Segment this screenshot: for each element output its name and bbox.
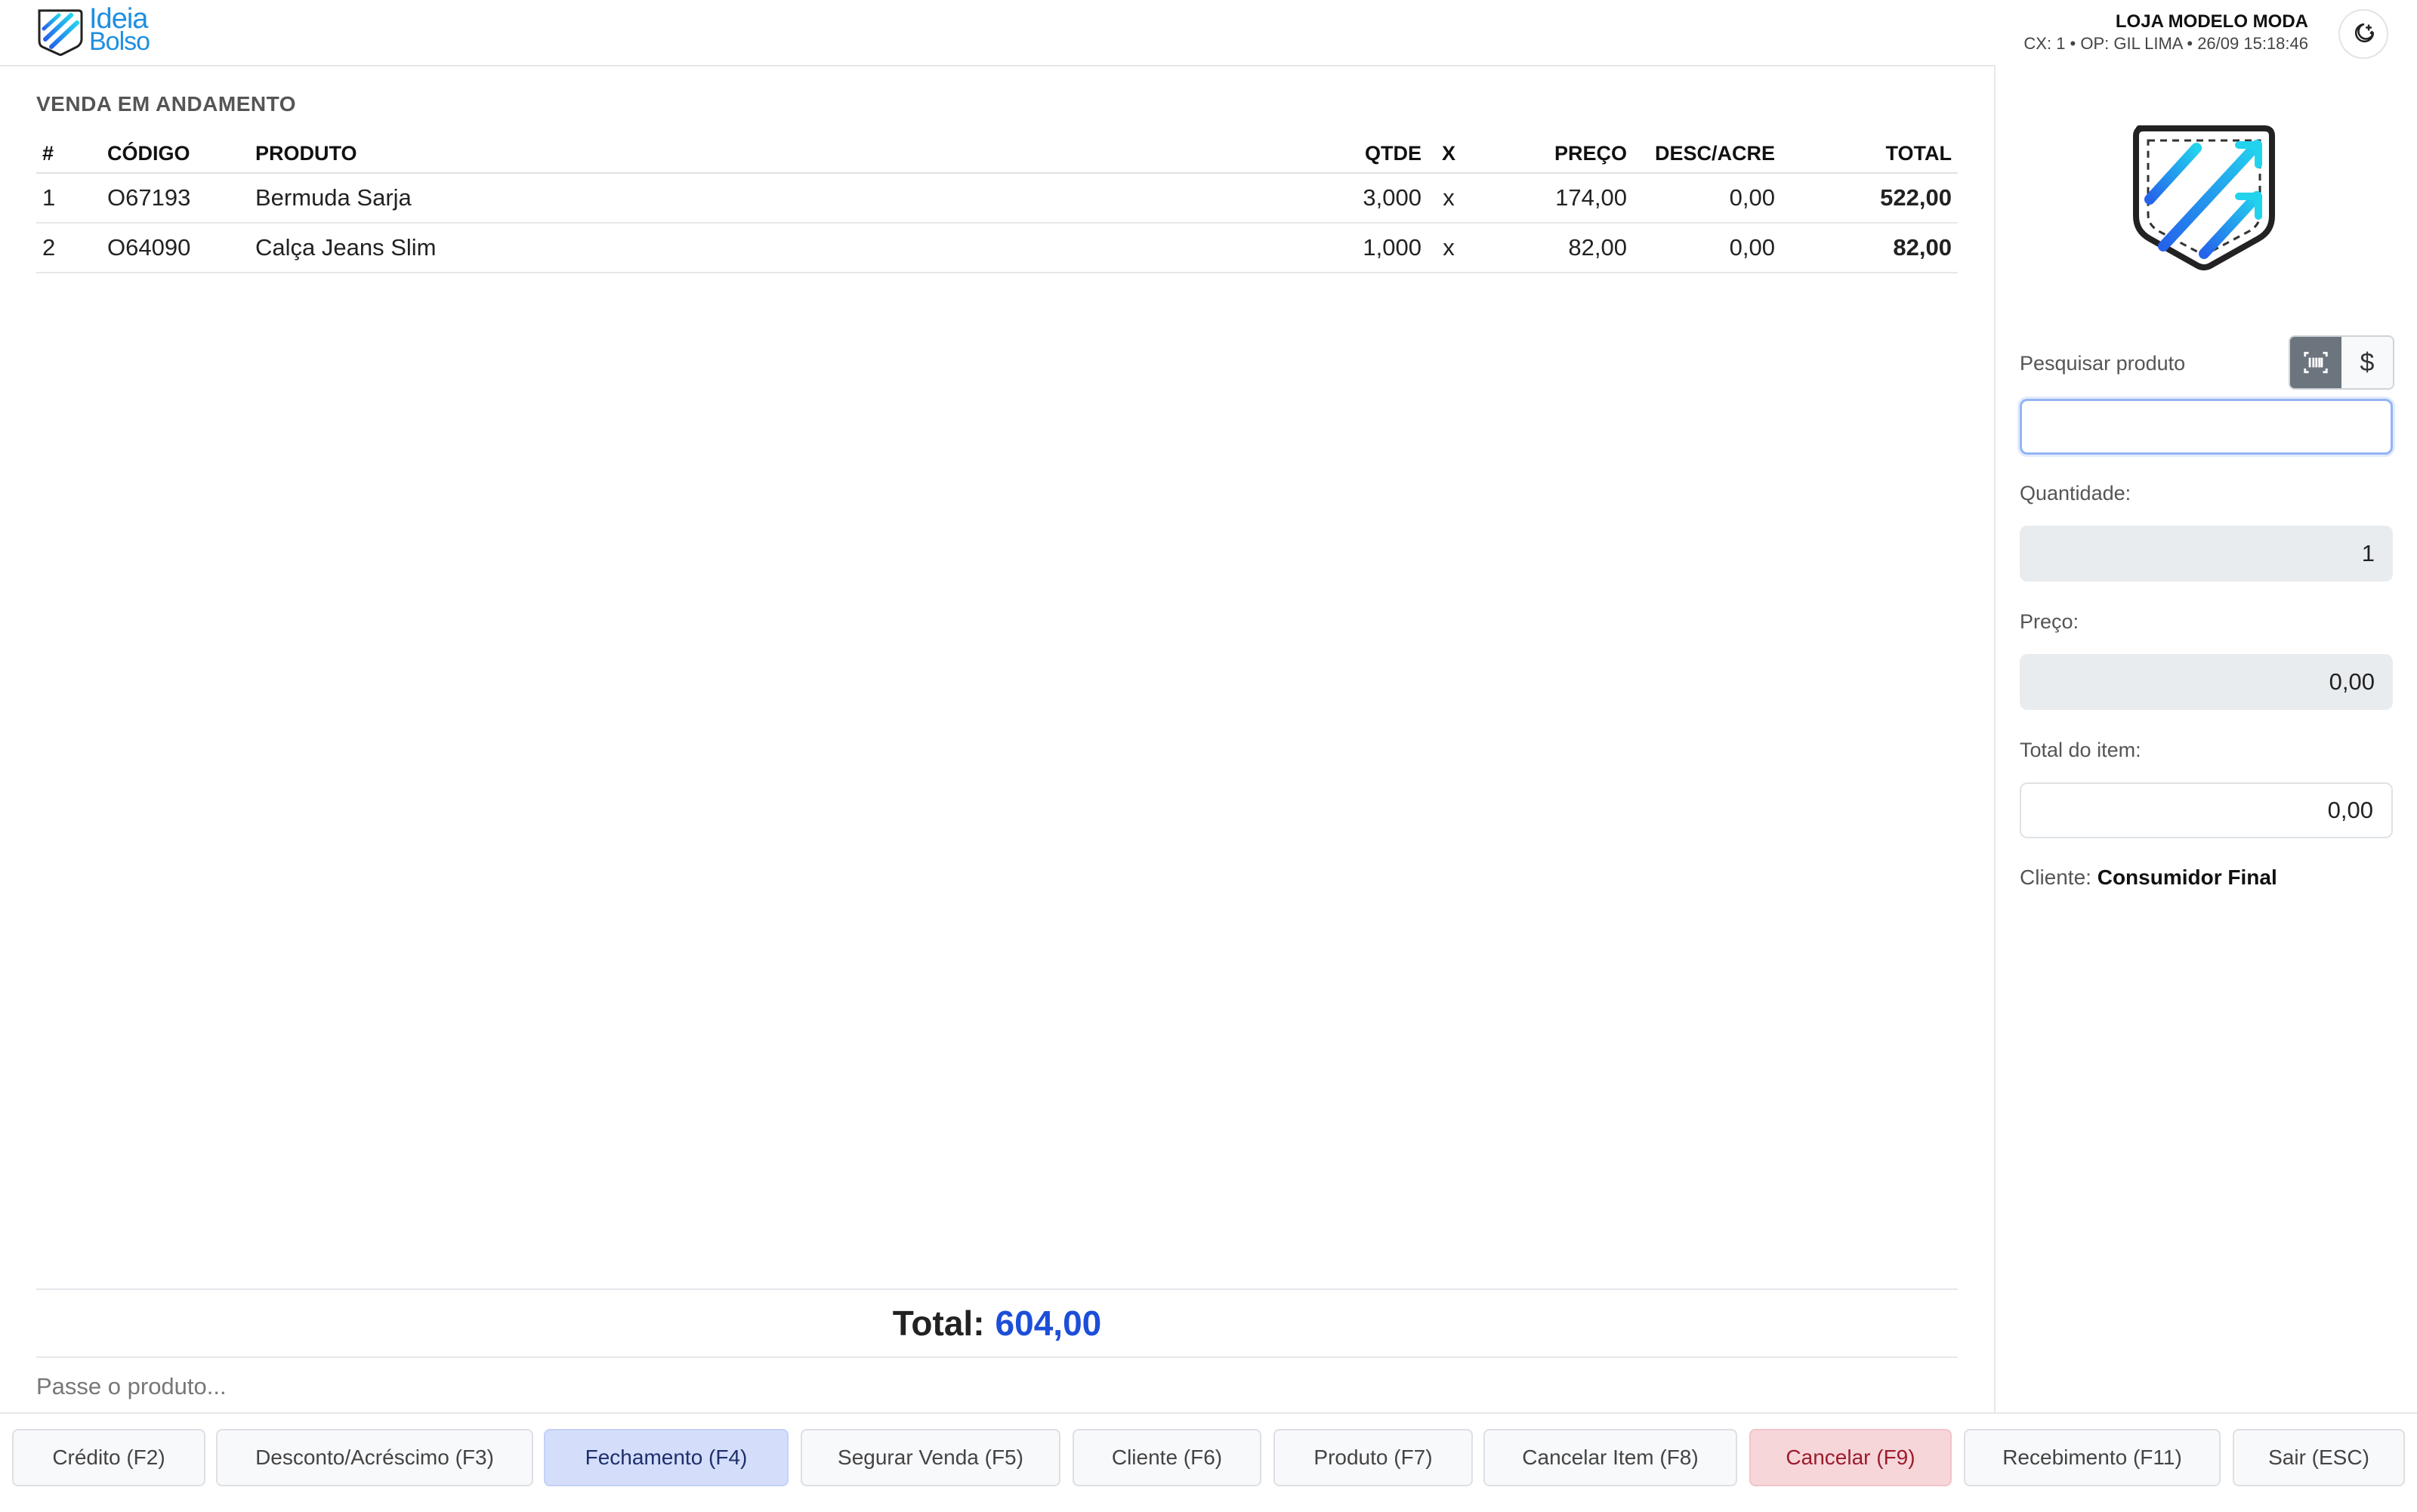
- cell-qty: 1,000: [1337, 223, 1428, 273]
- store-name: LOJA MODELO MODA: [2115, 11, 2308, 32]
- col-header-index: #: [36, 134, 101, 174]
- cancel-item-button[interactable]: Cancelar Item (F8): [1483, 1429, 1737, 1486]
- checkout-button[interactable]: Fechamento (F4): [544, 1429, 789, 1486]
- sale-area: VENDA EM ANDAMENTO # CÓDIGO PRODUTO QTDE…: [36, 65, 1958, 1412]
- store-info: LOJA MODELO MODA CX: 1 • OP: GIL LIMA • …: [2023, 11, 2308, 54]
- cell-discount: 0,00: [1633, 223, 1781, 273]
- table-header-row: # CÓDIGO PRODUTO QTDE X PREÇO DESC/ACRE …: [36, 134, 1958, 174]
- brand-logo: Ideia Bolso: [35, 3, 178, 59]
- table-row[interactable]: 1 O67193 Bermuda Sarja 3,000 x 174,00 0,…: [36, 173, 1958, 224]
- sale-total-value: 604,00: [995, 1304, 1102, 1343]
- theme-toggle-button[interactable]: [2338, 9, 2388, 59]
- scan-product-input[interactable]: [36, 1365, 1958, 1408]
- cell-qty: 3,000: [1337, 173, 1428, 224]
- quantity-field: [2020, 526, 2393, 582]
- barcode-scan-icon: [2304, 351, 2328, 374]
- discount-surcharge-button[interactable]: Desconto/Acréscimo (F3): [216, 1429, 533, 1486]
- col-header-x: X: [1428, 134, 1470, 174]
- price-field: [2020, 654, 2393, 710]
- item-total-label: Total do item:: [2020, 739, 2141, 761]
- client-label: Cliente:: [2020, 866, 2091, 889]
- product-button[interactable]: Produto (F7): [1273, 1429, 1473, 1486]
- cell-index: 2: [36, 223, 101, 273]
- col-header-code: CÓDIGO: [101, 134, 249, 174]
- product-entry-panel: Pesquisar produto $ Quantidade: Preço: T…: [1994, 65, 2417, 1412]
- logo-word-bolso: Bolso: [89, 27, 150, 56]
- credit-button[interactable]: Crédito (F2): [12, 1429, 205, 1486]
- items-table: # CÓDIGO PRODUTO QTDE X PREÇO DESC/ACRE …: [36, 134, 1958, 273]
- hold-sale-button[interactable]: Segurar Venda (F5): [801, 1429, 1060, 1486]
- cell-x: x: [1428, 223, 1470, 273]
- client-name: Consumidor Final: [2097, 866, 2277, 889]
- cell-x: x: [1428, 173, 1470, 224]
- price-mode-button[interactable]: $: [2341, 337, 2393, 388]
- item-total-field[interactable]: [2020, 782, 2393, 838]
- receipt-button[interactable]: Recebimento (F11): [1964, 1429, 2221, 1486]
- col-header-product: PRODUTO: [249, 134, 1337, 174]
- top-bar: Ideia Bolso LOJA MODELO MODA CX: 1 • OP:…: [0, 0, 2417, 66]
- cell-price: 82,00: [1470, 223, 1633, 273]
- col-header-price: PREÇO: [1470, 134, 1633, 174]
- product-search-input[interactable]: [2020, 399, 2393, 455]
- function-key-bar: Crédito (F2) Desconto/Acréscimo (F3) Fec…: [0, 1412, 2417, 1512]
- client-button[interactable]: Cliente (F6): [1073, 1429, 1261, 1486]
- cell-total: 522,00: [1781, 173, 1958, 224]
- cell-price: 174,00: [1470, 173, 1633, 224]
- cell-code: O67193: [101, 173, 249, 224]
- moon-stars-icon: [2354, 23, 2375, 43]
- search-label: Pesquisar produto: [2020, 352, 2186, 375]
- session-info: CX: 1 • OP: GIL LIMA • 26/09 15:18:46: [2023, 34, 2308, 53]
- exit-button[interactable]: Sair (ESC): [2233, 1429, 2405, 1486]
- cell-code: O64090: [101, 223, 249, 273]
- cancel-sale-button[interactable]: Cancelar (F9): [1749, 1429, 1952, 1486]
- search-mode-toggle: $: [2289, 335, 2394, 390]
- barcode-mode-button[interactable]: [2290, 337, 2341, 388]
- logo-pocket-icon: [38, 9, 83, 56]
- col-header-discount: DESC/ACRE: [1633, 134, 1781, 174]
- cell-total: 82,00: [1781, 223, 1958, 273]
- cell-product: Calça Jeans Slim: [249, 223, 1337, 273]
- sale-title: VENDA EM ANDAMENTO: [36, 92, 296, 116]
- cell-product: Bermuda Sarja: [249, 173, 1337, 224]
- table-row[interactable]: 2 O64090 Calça Jeans Slim 1,000 x 82,00 …: [36, 223, 1958, 273]
- quantity-label: Quantidade:: [2020, 482, 2131, 505]
- cell-index: 1: [36, 173, 101, 224]
- pocket-logo-icon: [2133, 125, 2275, 270]
- col-header-qty: QTDE: [1337, 134, 1428, 174]
- client-info: Cliente: Consumidor Final: [2020, 866, 2277, 890]
- price-label: Preço:: [2020, 610, 2079, 633]
- sale-total-bar: Total: 604,00: [36, 1288, 1958, 1358]
- cell-discount: 0,00: [1633, 173, 1781, 224]
- col-header-total: TOTAL: [1781, 134, 1958, 174]
- sale-total-label: Total:: [892, 1304, 985, 1343]
